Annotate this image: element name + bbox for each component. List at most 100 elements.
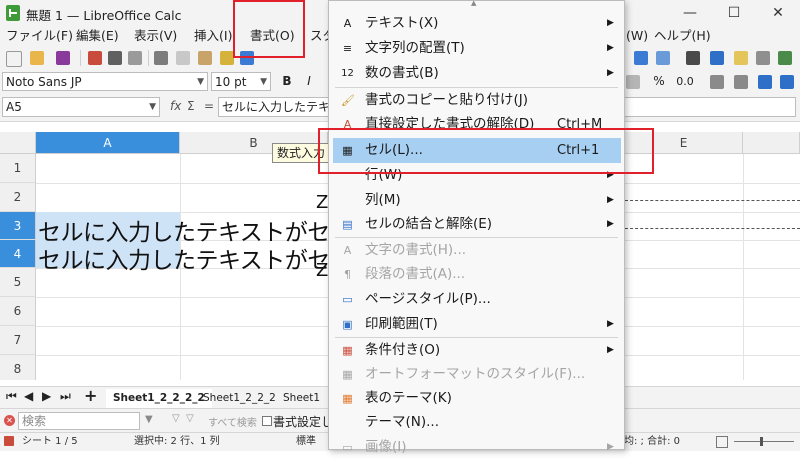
save-icon[interactable] bbox=[56, 51, 70, 65]
find-next-icon[interactable]: ▽ bbox=[186, 413, 194, 424]
overflow-text: Z bbox=[316, 192, 328, 213]
cut-icon[interactable] bbox=[154, 51, 168, 65]
menu-item-number-format[interactable]: 12 数の書式(B) ▶ bbox=[329, 61, 624, 86]
first-sheet-button[interactable]: ⏮ bbox=[6, 389, 17, 404]
last-sheet-button[interactable]: ⏭ bbox=[60, 389, 71, 404]
comment-icon[interactable] bbox=[734, 51, 748, 65]
menu-item-paragraph[interactable]: ¶ 段落の書式(A)... bbox=[329, 262, 624, 287]
row-header-3[interactable]: 3 bbox=[0, 212, 36, 240]
name-box[interactable]: A5 ▼ bbox=[2, 97, 160, 117]
menu-item-autoformat[interactable]: ▦ オートフォーマットのスタイル(F)... bbox=[329, 362, 624, 387]
menu-item-label: 書式のコピーと貼り付け(J) bbox=[365, 92, 529, 108]
menu-item-image[interactable]: ▭ 画像(I) ▶ bbox=[329, 435, 624, 460]
menu-item-label: テーマ(N)... bbox=[365, 414, 440, 430]
currency-format-icon[interactable] bbox=[626, 75, 640, 89]
italic-button[interactable]: I bbox=[300, 72, 318, 91]
menu-item-character[interactable]: A 文字の書式(H)... bbox=[329, 238, 624, 263]
percent-button[interactable]: % bbox=[650, 72, 668, 91]
row-header-5[interactable]: 5 bbox=[0, 268, 36, 297]
paste-icon[interactable] bbox=[198, 51, 212, 65]
select-all-corner[interactable] bbox=[0, 132, 36, 154]
special-character-icon[interactable] bbox=[686, 51, 700, 65]
menu-item-columns[interactable]: 列(M) ▶ bbox=[329, 188, 624, 213]
insert-pivot-icon[interactable] bbox=[656, 51, 670, 65]
menu-item-label: ページスタイル(P)... bbox=[365, 291, 491, 307]
character-icon: A bbox=[343, 244, 352, 257]
insert-chart-icon[interactable] bbox=[634, 51, 648, 65]
menu-item-page-style[interactable]: ▭ ページスタイル(P)... bbox=[329, 287, 624, 312]
close-button[interactable]: ✕ bbox=[756, 0, 800, 26]
row-header-7[interactable]: 7 bbox=[0, 326, 36, 355]
menu-item-conditional[interactable]: ▦ 条件付き(O) ▶ bbox=[329, 338, 624, 363]
sheet-position: シート 1 / 5 bbox=[22, 436, 78, 447]
sum-icon[interactable]: Σ bbox=[187, 99, 195, 113]
annotation-cells-item-highlight bbox=[318, 128, 654, 174]
row-header-1[interactable]: 1 bbox=[0, 154, 36, 183]
menu-insert[interactable]: 挿入(I) bbox=[194, 28, 232, 44]
export-pdf-icon[interactable] bbox=[88, 51, 102, 65]
menu-item-alignment[interactable]: ≡ 文字列の配置(T) ▶ bbox=[329, 36, 624, 61]
headers-footers-icon[interactable] bbox=[756, 51, 770, 65]
document-modified-icon[interactable] bbox=[4, 436, 14, 446]
scroll-up-icon[interactable]: ▲ bbox=[471, 0, 476, 7]
row-header-8[interactable]: 8 bbox=[0, 355, 36, 380]
print-preview-icon[interactable] bbox=[128, 51, 142, 65]
view-layout-icon[interactable] bbox=[716, 436, 728, 448]
maximize-button[interactable]: ☐ bbox=[712, 0, 756, 26]
decimal-format-button[interactable]: 0.0 bbox=[672, 72, 698, 91]
decrease-indent-icon[interactable] bbox=[780, 75, 794, 89]
format-checkbox[interactable] bbox=[262, 416, 272, 426]
delete-decimal-icon[interactable] bbox=[734, 75, 748, 89]
row-header-4[interactable]: 4 bbox=[0, 240, 36, 268]
find-input[interactable]: 検索 bbox=[18, 412, 140, 430]
sheet-tab[interactable]: Sheet1 bbox=[276, 389, 327, 408]
zoom-slider-handle[interactable] bbox=[760, 437, 763, 446]
define-print-area-icon[interactable] bbox=[778, 51, 792, 65]
font-size-box[interactable]: 10 pt ▼ bbox=[211, 72, 271, 91]
chevron-down-icon[interactable]: ▼ bbox=[149, 98, 156, 116]
copy-icon[interactable] bbox=[176, 51, 190, 65]
increase-indent-icon[interactable] bbox=[758, 75, 772, 89]
add-decimal-icon[interactable] bbox=[710, 75, 724, 89]
menu-help[interactable]: ヘルプ(H) bbox=[654, 28, 711, 44]
find-all-button[interactable]: すべて検索 bbox=[208, 414, 257, 429]
menu-window[interactable]: (W) bbox=[626, 28, 648, 44]
clone-formatting-icon[interactable] bbox=[220, 51, 234, 65]
find-previous-icon[interactable]: ▽ bbox=[172, 413, 180, 424]
close-find-icon[interactable]: ✕ bbox=[4, 415, 15, 426]
new-document-icon[interactable] bbox=[6, 51, 22, 67]
chevron-down-icon[interactable]: ▼ bbox=[145, 414, 153, 425]
add-sheet-button[interactable]: + bbox=[84, 386, 97, 405]
row-header-2[interactable]: 2 bbox=[0, 183, 36, 212]
menu-view[interactable]: 表示(V) bbox=[134, 28, 177, 44]
bold-button[interactable]: B bbox=[278, 72, 296, 91]
menu-edit[interactable]: 編集(E) bbox=[76, 28, 119, 44]
zoom-slider[interactable] bbox=[734, 441, 794, 442]
minimize-button[interactable]: — bbox=[668, 0, 712, 26]
column-header-f[interactable] bbox=[743, 132, 800, 154]
menu-item-merge-cells[interactable]: ▤ セルの結合と解除(E) ▶ bbox=[329, 212, 624, 237]
next-sheet-button[interactable]: ▶ bbox=[42, 389, 51, 403]
font-size-value: 10 pt bbox=[215, 75, 247, 89]
font-name-box[interactable]: Noto Sans JP ▼ bbox=[2, 72, 208, 91]
formula-equals-icon[interactable]: = bbox=[204, 99, 214, 113]
row-header-6[interactable]: 6 bbox=[0, 297, 36, 326]
open-folder-icon[interactable] bbox=[30, 51, 44, 65]
chevron-down-icon[interactable]: ▼ bbox=[197, 73, 204, 92]
page-break-line bbox=[625, 200, 800, 201]
sheet-tab[interactable]: Sheet1_2_2_2 bbox=[196, 389, 283, 408]
menu-item-text[interactable]: A テキスト(X) ▶ bbox=[329, 11, 624, 36]
function-wizard-icon[interactable]: fx bbox=[170, 99, 181, 113]
menu-item-theme[interactable]: テーマ(N)... bbox=[329, 410, 624, 435]
menu-item-print-ranges[interactable]: ▣ 印刷範囲(T) ▶ bbox=[329, 312, 624, 337]
menu-item-clone-formatting[interactable]: 🖌 書式のコピーと貼り付け(J) bbox=[329, 88, 624, 113]
chevron-down-icon[interactable]: ▼ bbox=[260, 73, 267, 92]
column-header-a[interactable]: A bbox=[36, 132, 180, 154]
menu-item-table-theme[interactable]: ▦ 表のテーマ(K) bbox=[329, 386, 624, 411]
previous-sheet-button[interactable]: ◀ bbox=[24, 389, 33, 403]
submenu-arrow-icon: ▶ bbox=[607, 68, 614, 78]
hyperlink-icon[interactable] bbox=[710, 51, 724, 65]
autoformat-icon: ▦ bbox=[342, 368, 353, 381]
print-icon[interactable] bbox=[108, 51, 122, 65]
menu-file[interactable]: ファイル(F) bbox=[6, 28, 73, 44]
